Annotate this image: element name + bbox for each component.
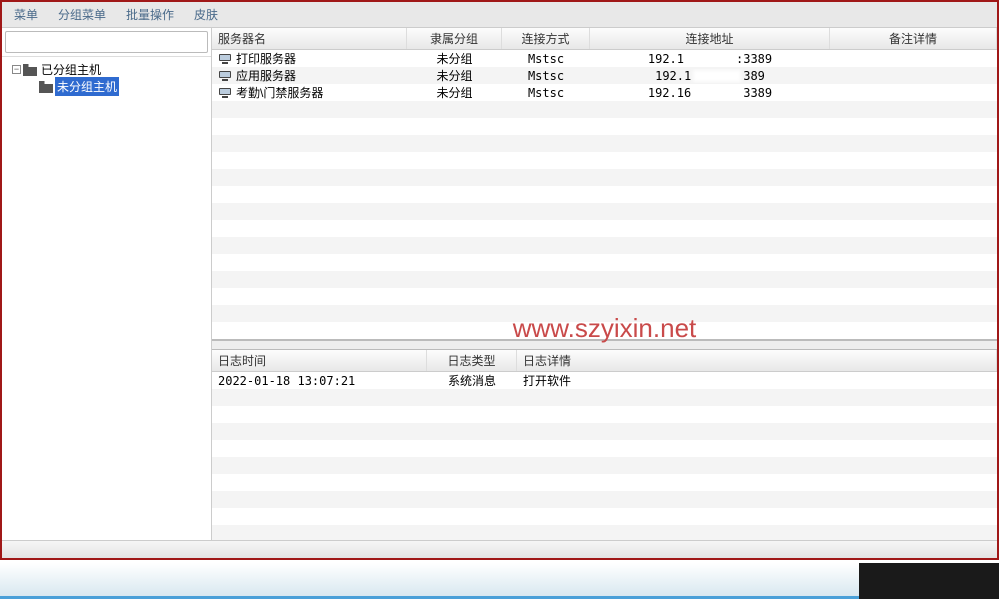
folder-icon <box>39 81 53 93</box>
server-icon <box>218 53 232 64</box>
table-row[interactable] <box>212 237 997 254</box>
col-header-logtime[interactable]: 日志时间 <box>212 350 427 371</box>
table-row[interactable] <box>212 135 997 152</box>
log-grid-header: 日志时间 日志类型 日志详情 <box>212 350 997 372</box>
table-row[interactable] <box>212 491 997 508</box>
tree-label: 未分组主机 <box>55 77 119 96</box>
table-row[interactable] <box>212 474 997 491</box>
menu-item-skin[interactable]: 皮肤 <box>186 4 226 25</box>
server-name: 应用服务器 <box>236 67 296 84</box>
server-conn: Mstsc <box>502 52 590 66</box>
table-row[interactable] <box>212 305 997 322</box>
server-name: 考勤\门禁服务器 <box>236 84 323 101</box>
col-header-logdetail[interactable]: 日志详情 <box>517 350 997 371</box>
table-row[interactable] <box>212 254 997 271</box>
server-icon <box>218 70 232 81</box>
server-group: 未分组 <box>407 50 502 67</box>
col-header-remark[interactable]: 备注详情 <box>830 28 997 49</box>
table-row[interactable] <box>212 508 997 525</box>
log-grid: 日志时间 日志类型 日志详情 2022-01-18 13:07:21系统消息打开… <box>212 350 997 540</box>
table-row[interactable]: 打印服务器 未分组Mstsc192.1:3389 <box>212 50 997 67</box>
splitter[interactable] <box>212 340 997 350</box>
table-row[interactable] <box>212 152 997 169</box>
taskbar-light <box>0 563 859 599</box>
server-conn: Mstsc <box>502 86 590 100</box>
table-row[interactable] <box>212 186 997 203</box>
server-grid-header: 服务器名 隶属分组 连接方式 连接地址 备注详情 <box>212 28 997 50</box>
col-header-name[interactable]: 服务器名 <box>212 28 407 49</box>
col-header-group[interactable]: 隶属分组 <box>407 28 502 49</box>
folder-icon <box>23 64 37 76</box>
statusbar <box>2 540 997 558</box>
server-group: 未分组 <box>407 67 502 84</box>
menu-item-main[interactable]: 菜单 <box>6 4 46 25</box>
table-row[interactable] <box>212 101 997 118</box>
table-row[interactable] <box>212 118 997 135</box>
taskbar-fragment <box>0 563 999 599</box>
log-time: 2022-01-18 13:07:21 <box>212 374 427 388</box>
search-input[interactable] <box>5 31 208 53</box>
table-row[interactable] <box>212 457 997 474</box>
server-name: 打印服务器 <box>236 50 296 67</box>
log-grid-body[interactable]: 2022-01-18 13:07:21系统消息打开软件 <box>212 372 997 540</box>
table-row[interactable]: 2022-01-18 13:07:21系统消息打开软件 <box>212 372 997 389</box>
table-row[interactable] <box>212 406 997 423</box>
menu-item-batch[interactable]: 批量操作 <box>118 4 182 25</box>
log-type: 系统消息 <box>427 372 517 389</box>
server-grid: 服务器名 隶属分组 连接方式 连接地址 备注详情 打印服务器未分组Mstsc19… <box>212 28 997 340</box>
taskbar-dark <box>859 563 999 599</box>
table-row[interactable] <box>212 220 997 237</box>
sidebar: − 已分组主机 未分组主机 <box>2 28 212 540</box>
table-row[interactable] <box>212 288 997 305</box>
server-addr: 192.1389 <box>590 69 830 83</box>
col-header-conn[interactable]: 连接方式 <box>502 28 590 49</box>
col-header-addr[interactable]: 连接地址 <box>590 28 830 49</box>
table-row[interactable] <box>212 525 997 540</box>
menubar: 菜单 分组菜单 批量操作 皮肤 <box>2 2 997 28</box>
table-row[interactable] <box>212 440 997 457</box>
table-row[interactable] <box>212 271 997 288</box>
table-row[interactable]: 应用服务器 未分组Mstsc192.1389 <box>212 67 997 84</box>
table-row[interactable] <box>212 423 997 440</box>
server-icon <box>218 87 232 98</box>
table-row[interactable] <box>212 203 997 220</box>
menu-item-group[interactable]: 分组菜单 <box>50 4 114 25</box>
server-addr: 192.1:3389 <box>590 52 830 66</box>
table-row[interactable]: 考勤\门禁服务器 未分组Mstsc192.163389 <box>212 84 997 101</box>
server-group: 未分组 <box>407 84 502 101</box>
host-tree: − 已分组主机 未分组主机 <box>2 57 211 540</box>
table-row[interactable] <box>212 322 997 339</box>
col-header-logtype[interactable]: 日志类型 <box>427 350 517 371</box>
server-conn: Mstsc <box>502 69 590 83</box>
tree-item-ungrouped[interactable]: 未分组主机 <box>4 78 209 95</box>
tree-spacer <box>28 82 37 91</box>
server-grid-body[interactable]: 打印服务器未分组Mstsc192.1:3389应用服务器未分组Mstsc192.… <box>212 50 997 339</box>
table-row[interactable] <box>212 169 997 186</box>
tree-root-grouped[interactable]: − 已分组主机 <box>4 61 209 78</box>
server-addr: 192.163389 <box>590 86 830 100</box>
table-row[interactable] <box>212 389 997 406</box>
tree-collapse-icon[interactable]: − <box>12 65 21 74</box>
log-detail: 打开软件 <box>517 372 997 389</box>
